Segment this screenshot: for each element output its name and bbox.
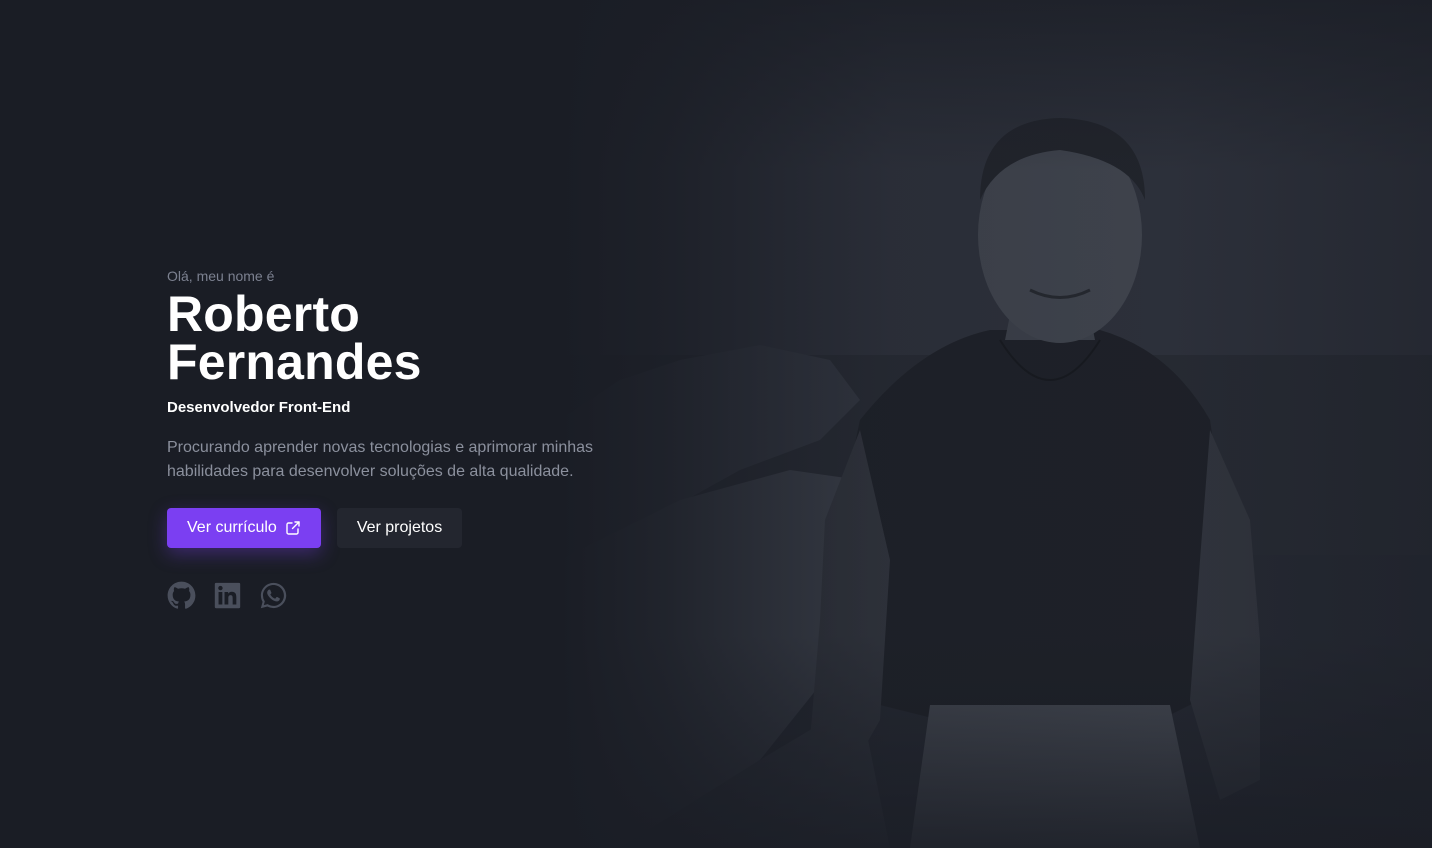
profile-photo xyxy=(560,0,1432,848)
hero-description: Procurando aprender novas tecnologias e … xyxy=(167,439,594,480)
hero-name-last: Fernandes xyxy=(167,334,422,390)
github-link[interactable] xyxy=(167,581,196,610)
view-resume-label: Ver currículo xyxy=(187,519,277,536)
hero-content: Olá, meu nome é Roberto Fernandes Desenv… xyxy=(167,266,637,610)
hero-actions: Ver currículo Ver projetos xyxy=(167,508,637,548)
hero-section: Olá, meu nome é Roberto Fernandes Desenv… xyxy=(0,0,1432,848)
view-projects-label: Ver projetos xyxy=(356,519,443,536)
whatsapp-link[interactable] xyxy=(259,581,288,610)
view-projects-button[interactable]: Ver projetos xyxy=(336,508,463,548)
greeting-text: Olá, meu nome é xyxy=(167,268,275,284)
role-title: Desenvolvedor Front-End xyxy=(167,399,351,416)
linkedin-link[interactable] xyxy=(213,581,242,610)
external-link-icon xyxy=(285,520,301,536)
whatsapp-icon xyxy=(260,582,287,609)
linkedin-icon xyxy=(214,582,241,609)
view-resume-button[interactable]: Ver currículo xyxy=(167,508,321,548)
social-links xyxy=(167,581,637,610)
github-icon xyxy=(167,581,196,609)
hero-name: Roberto Fernandes xyxy=(167,289,637,387)
